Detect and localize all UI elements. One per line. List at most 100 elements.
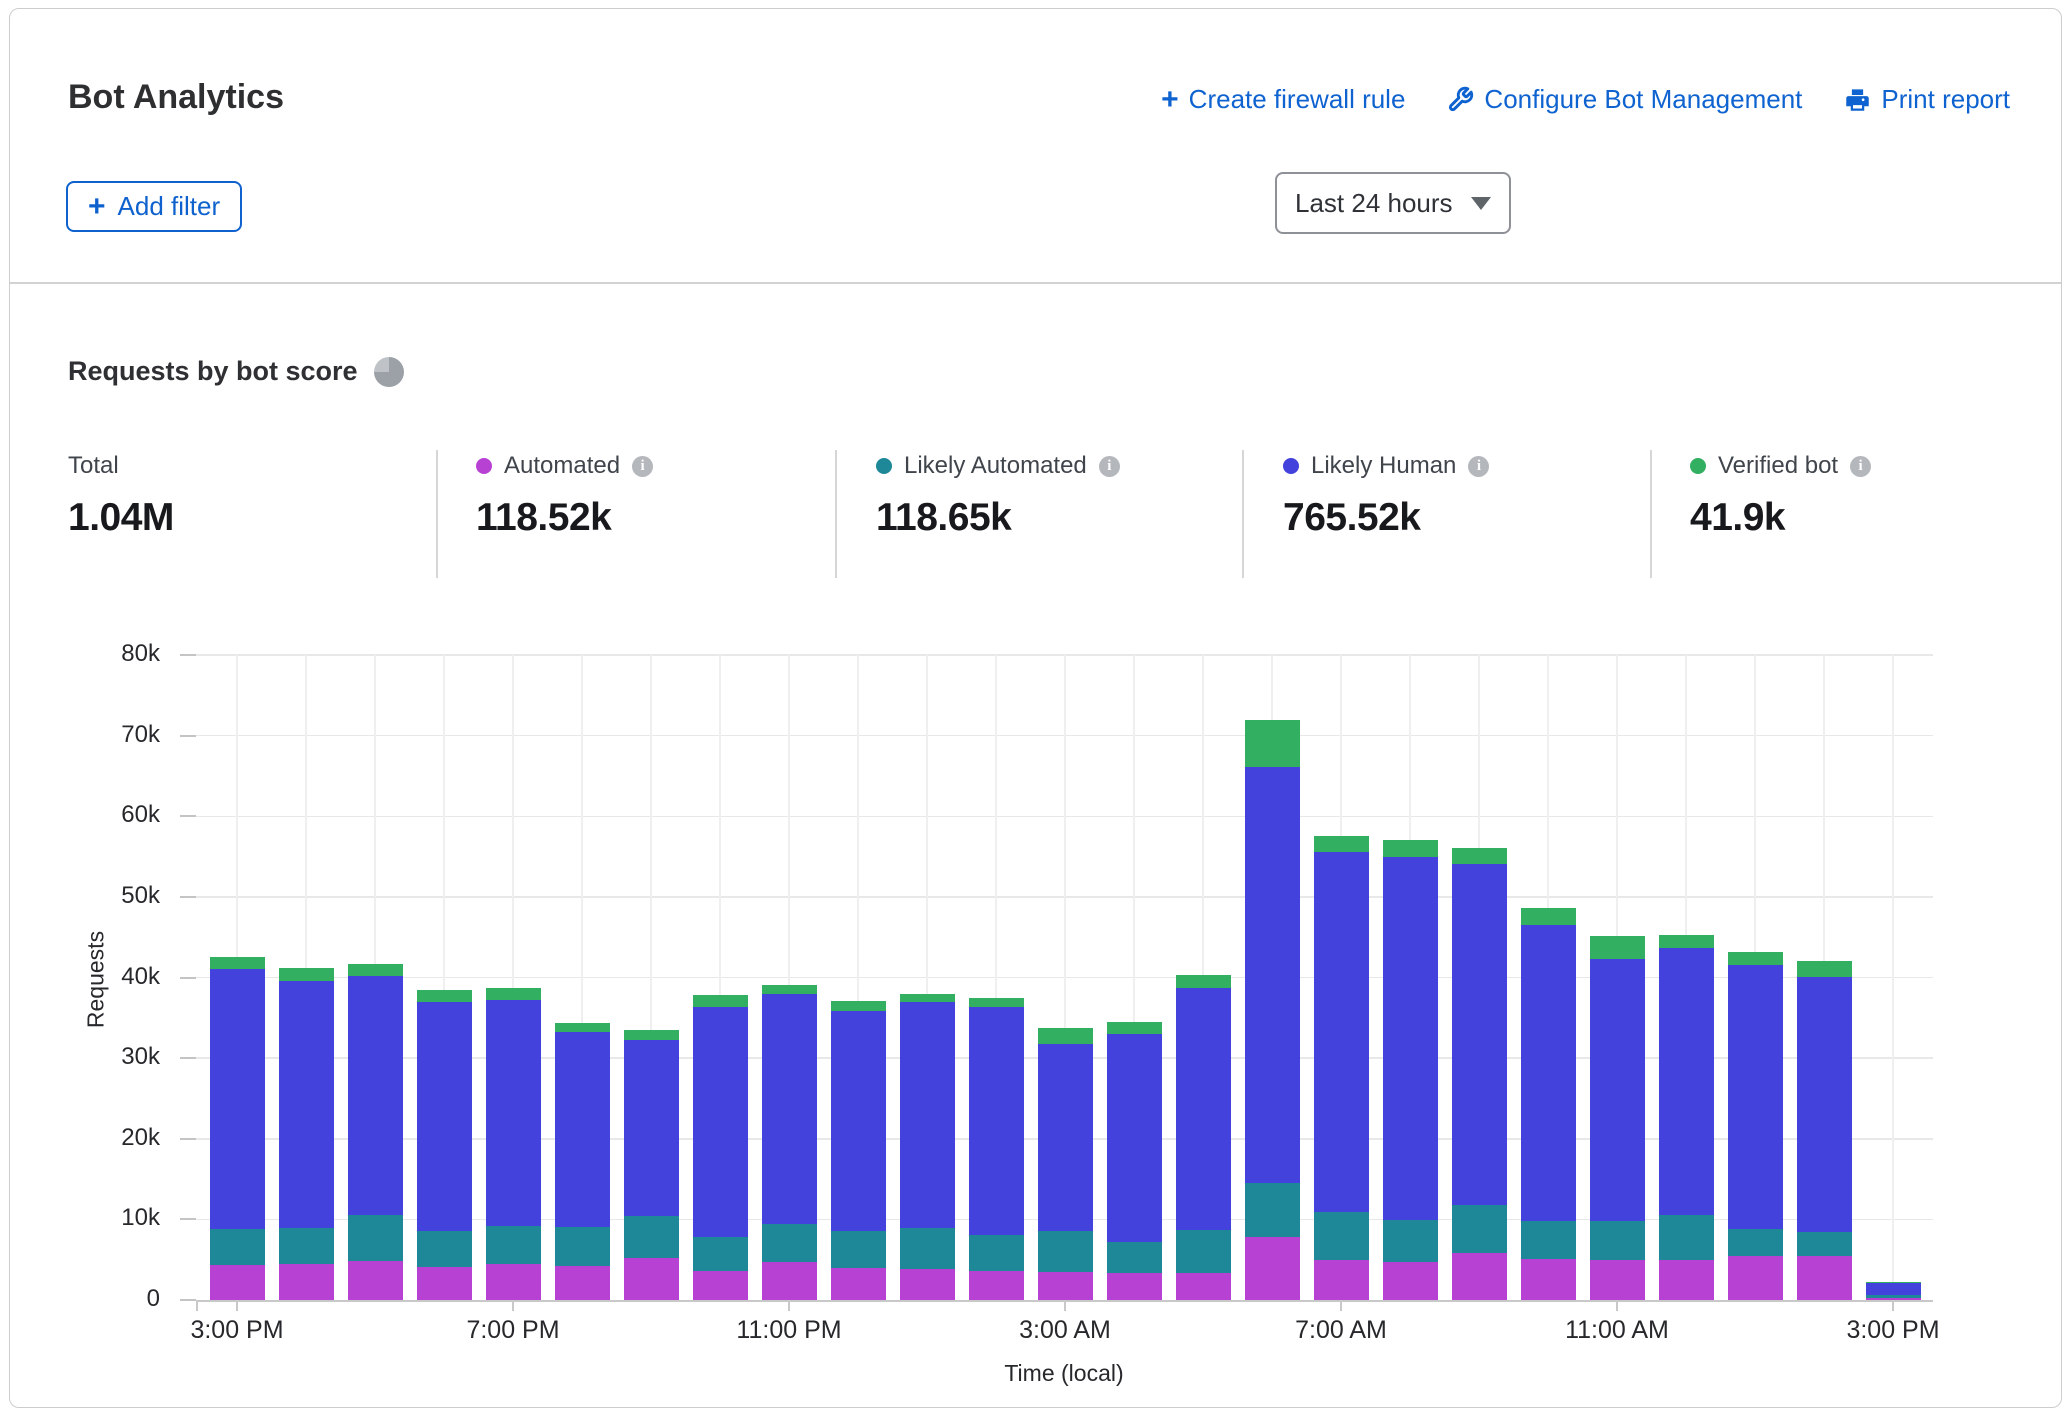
bar-segment-automated[interactable]: [279, 1264, 334, 1300]
bar-segment-likely-human[interactable]: [831, 1011, 886, 1232]
bar-segment-likely-human[interactable]: [1314, 852, 1369, 1212]
bar-segment-automated[interactable]: [624, 1258, 679, 1300]
bar-segment-automated[interactable]: [1176, 1273, 1231, 1300]
bar-segment-likely-automated[interactable]: [1245, 1183, 1300, 1237]
bar-segment-verified-bot[interactable]: [1866, 1282, 1921, 1283]
bar-segment-likely-human[interactable]: [1383, 857, 1438, 1221]
bar-segment-verified-bot[interactable]: [348, 964, 403, 976]
bar-segment-likely-automated[interactable]: [1176, 1230, 1231, 1273]
bar-segment-likely-automated[interactable]: [1659, 1215, 1714, 1261]
bar-segment-likely-human[interactable]: [1659, 948, 1714, 1214]
bar-segment-likely-automated[interactable]: [624, 1216, 679, 1258]
print-report-link[interactable]: Print report: [1844, 84, 2010, 115]
bar-segment-likely-automated[interactable]: [1107, 1242, 1162, 1273]
bar-segment-verified-bot[interactable]: [762, 985, 817, 994]
bar-segment-likely-human[interactable]: [693, 1007, 748, 1238]
bar-segment-likely-human[interactable]: [1107, 1034, 1162, 1242]
bar-segment-automated[interactable]: [1245, 1237, 1300, 1300]
bar-segment-verified-bot[interactable]: [210, 957, 265, 970]
bar-segment-verified-bot[interactable]: [486, 988, 541, 1000]
bar-segment-automated[interactable]: [1659, 1260, 1714, 1300]
create-firewall-rule-link[interactable]: + Create firewall rule: [1161, 84, 1405, 115]
bar-segment-likely-automated[interactable]: [693, 1237, 748, 1271]
bar-segment-verified-bot[interactable]: [279, 968, 334, 981]
bar-segment-automated[interactable]: [969, 1271, 1024, 1300]
bar-segment-likely-human[interactable]: [1245, 767, 1300, 1183]
bar-segment-likely-automated[interactable]: [1314, 1212, 1369, 1260]
bar-segment-likely-human[interactable]: [1452, 864, 1507, 1205]
bar-segment-automated[interactable]: [1590, 1260, 1645, 1300]
bar-segment-verified-bot[interactable]: [1383, 840, 1438, 856]
bar-segment-automated[interactable]: [555, 1266, 610, 1300]
bar-segment-automated[interactable]: [900, 1269, 955, 1300]
info-icon[interactable]: i: [1468, 456, 1489, 477]
bar-segment-verified-bot[interactable]: [1521, 908, 1576, 925]
bar-segment-likely-human[interactable]: [417, 1002, 472, 1230]
info-icon[interactable]: i: [632, 456, 653, 477]
bar-segment-automated[interactable]: [348, 1261, 403, 1300]
bar-segment-verified-bot[interactable]: [1452, 848, 1507, 864]
bar-segment-verified-bot[interactable]: [1107, 1022, 1162, 1034]
configure-bot-management-link[interactable]: Configure Bot Management: [1447, 84, 1802, 115]
bar-segment-likely-human[interactable]: [279, 981, 334, 1229]
bar-segment-likely-automated[interactable]: [348, 1215, 403, 1261]
bar-segment-automated[interactable]: [1107, 1273, 1162, 1300]
bar-segment-likely-human[interactable]: [1521, 925, 1576, 1221]
bar-segment-likely-human[interactable]: [1728, 965, 1783, 1229]
bar-segment-likely-automated[interactable]: [969, 1235, 1024, 1271]
bar-segment-likely-human[interactable]: [555, 1032, 610, 1227]
bar-segment-verified-bot[interactable]: [969, 998, 1024, 1008]
bar-segment-verified-bot[interactable]: [1659, 935, 1714, 949]
time-range-dropdown[interactable]: Last 24 hours: [1275, 172, 1511, 234]
bar-segment-verified-bot[interactable]: [900, 994, 955, 1003]
bar-segment-likely-automated[interactable]: [1038, 1231, 1093, 1271]
bar-segment-automated[interactable]: [417, 1267, 472, 1300]
bar-segment-likely-automated[interactable]: [555, 1227, 610, 1266]
bar-segment-verified-bot[interactable]: [624, 1030, 679, 1040]
bar-segment-likely-automated[interactable]: [279, 1228, 334, 1263]
bar-segment-likely-human[interactable]: [969, 1007, 1024, 1234]
bar-segment-verified-bot[interactable]: [1176, 975, 1231, 988]
bar-segment-automated[interactable]: [1314, 1260, 1369, 1300]
bar-segment-verified-bot[interactable]: [1245, 720, 1300, 768]
bar-segment-verified-bot[interactable]: [1590, 936, 1645, 959]
bar-segment-automated[interactable]: [210, 1265, 265, 1300]
bar-segment-automated[interactable]: [1728, 1256, 1783, 1300]
bar-segment-verified-bot[interactable]: [1728, 952, 1783, 966]
bar-segment-likely-automated[interactable]: [486, 1226, 541, 1264]
bar-segment-likely-human[interactable]: [1590, 959, 1645, 1221]
bar-segment-automated[interactable]: [1521, 1259, 1576, 1300]
bar-segment-verified-bot[interactable]: [555, 1023, 610, 1033]
bar-segment-likely-automated[interactable]: [1452, 1205, 1507, 1253]
bar-segment-likely-human[interactable]: [762, 994, 817, 1225]
bar-segment-automated[interactable]: [831, 1268, 886, 1300]
bar-segment-likely-automated[interactable]: [1728, 1229, 1783, 1256]
bar-segment-automated[interactable]: [1797, 1256, 1852, 1300]
bar-segment-likely-automated[interactable]: [1521, 1221, 1576, 1259]
bar-segment-likely-automated[interactable]: [210, 1229, 265, 1264]
bar-segment-automated[interactable]: [1038, 1272, 1093, 1300]
bar-segment-likely-automated[interactable]: [1797, 1232, 1852, 1256]
add-filter-button[interactable]: + Add filter: [66, 181, 242, 232]
bar-segment-likely-human[interactable]: [210, 969, 265, 1229]
bar-segment-likely-human[interactable]: [486, 1000, 541, 1226]
bar-segment-likely-automated[interactable]: [1590, 1221, 1645, 1260]
bar-segment-likely-automated[interactable]: [900, 1228, 955, 1268]
bar-segment-likely-human[interactable]: [1797, 977, 1852, 1233]
bar-segment-likely-human[interactable]: [624, 1040, 679, 1217]
bar-segment-likely-automated[interactable]: [1383, 1220, 1438, 1262]
bar-segment-verified-bot[interactable]: [417, 990, 472, 1002]
bar-segment-likely-automated[interactable]: [762, 1224, 817, 1262]
bar-segment-likely-human[interactable]: [348, 976, 403, 1215]
bar-segment-automated[interactable]: [1452, 1253, 1507, 1300]
bar-segment-verified-bot[interactable]: [1314, 836, 1369, 851]
bar-segment-likely-automated[interactable]: [831, 1231, 886, 1267]
bar-segment-likely-human[interactable]: [900, 1002, 955, 1228]
bar-segment-verified-bot[interactable]: [693, 995, 748, 1006]
bar-segment-likely-automated[interactable]: [1866, 1295, 1921, 1298]
bar-segment-verified-bot[interactable]: [1038, 1028, 1093, 1043]
bar-segment-likely-human[interactable]: [1866, 1283, 1921, 1295]
bar-segment-verified-bot[interactable]: [831, 1001, 886, 1011]
bar-segment-likely-human[interactable]: [1176, 988, 1231, 1230]
info-icon[interactable]: i: [1099, 456, 1120, 477]
